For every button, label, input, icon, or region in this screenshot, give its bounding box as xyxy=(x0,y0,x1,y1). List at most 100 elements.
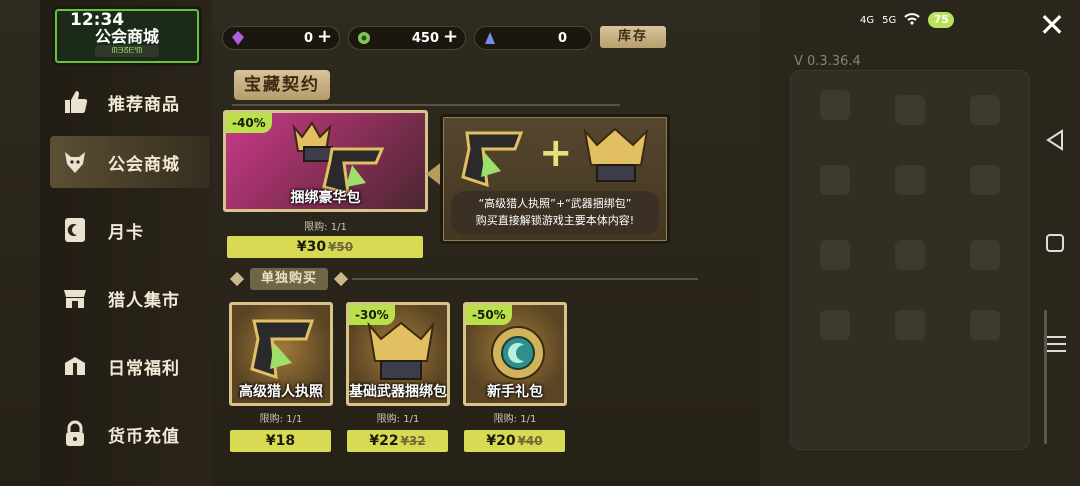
item-card-weapon-bundle[interactable]: -30% 基础武器捆绑包 xyxy=(346,302,450,406)
featured-price-button[interactable]: ¥30 ¥50 xyxy=(227,236,423,258)
background-icon xyxy=(820,165,850,195)
wolf-emblem-icon xyxy=(60,147,90,177)
section-title: 宝藏契约 xyxy=(234,70,330,100)
item-price-button[interactable]: ¥20 ¥40 xyxy=(464,430,565,452)
price-current: ¥20 xyxy=(486,433,516,449)
nav-home-icon[interactable] xyxy=(1044,232,1066,258)
scrollbar[interactable] xyxy=(1044,310,1047,444)
bundle-description: “高级猎人执照”+“武器捆绑包” 购买直接解锁游戏主要本体内容! xyxy=(451,191,659,235)
green-coin-icon xyxy=(358,32,370,44)
sidebar-item-monthly-card[interactable]: 月卡 xyxy=(50,204,210,256)
wifi-icon xyxy=(904,12,920,28)
title-subtitle: ᗰᗱᘔᗴᓫᗰ xyxy=(95,45,159,57)
price-current: ¥30 xyxy=(296,239,327,255)
sidebar-item-label: 猎人集市 xyxy=(108,290,180,311)
sidebar-item-hunter-market[interactable]: 猎人集市 xyxy=(50,272,210,324)
item-card-hunter-license[interactable]: 高级猎人执照 xyxy=(229,302,333,406)
battery-indicator: 75 xyxy=(928,12,955,28)
item-name: 基础武器捆绑包 xyxy=(349,384,447,400)
sidebar: 推荐商品 公会商城 月卡 猎人集市 日常福利 货币充值 xyxy=(40,0,212,486)
item-card-starter-pack[interactable]: -50% 新手礼包 xyxy=(463,302,567,406)
background-icon xyxy=(970,165,1000,195)
sidebar-item-label: 推荐商品 xyxy=(108,94,180,115)
weapon-bundle-icon xyxy=(583,127,649,182)
single-purchase-header: 单独购买 xyxy=(229,268,698,290)
item-name: 高级猎人执照 xyxy=(239,384,323,400)
inventory-button[interactable]: 库存 xyxy=(600,26,666,48)
description-line-2: 购买直接解锁游戏主要本体内容! xyxy=(475,214,635,227)
price-original: ¥50 xyxy=(328,240,354,254)
currency-value: 450 xyxy=(411,30,439,46)
sidebar-item-label: 日常福利 xyxy=(108,358,180,379)
card-icon xyxy=(60,215,90,245)
background-icon xyxy=(820,310,850,340)
currency-green-coin: 450 + xyxy=(348,26,466,50)
item-price-button[interactable]: ¥18 xyxy=(230,430,331,452)
sidebar-item-label: 货币充值 xyxy=(108,426,180,447)
purchase-limit: 限购: 1/1 xyxy=(376,414,420,425)
signal-5g: 5G xyxy=(882,14,897,26)
close-button[interactable]: ✕ xyxy=(1034,8,1070,44)
background-icon xyxy=(895,95,925,125)
single-purchase-label: 单独购买 xyxy=(250,268,328,290)
status-bar: 4G 5G 75 xyxy=(860,12,955,28)
signal-4g: 4G xyxy=(860,14,875,26)
item-price-button[interactable]: ¥22 ¥32 xyxy=(347,430,448,452)
status-time: 12:34 xyxy=(70,10,125,30)
bundle-name: 捆绑豪华包 xyxy=(290,190,361,206)
thumbs-up-icon xyxy=(60,87,90,117)
price-current: ¥18 xyxy=(265,433,296,449)
game-screen: V 0.3.36.4 推荐商品 公会商城 月卡 猎人集市 日常福利 货币充值 公… xyxy=(0,0,1080,486)
price-original: ¥32 xyxy=(400,434,426,448)
gift-box-icon xyxy=(60,351,90,381)
purchase-limit: 限购: 1/1 xyxy=(304,222,347,233)
background-icon xyxy=(970,240,1000,270)
version-label: V 0.3.36.4 xyxy=(794,54,861,69)
background-icon xyxy=(895,165,925,195)
background-icon xyxy=(820,240,850,270)
sidebar-item-guild-shop[interactable]: 公会商城 xyxy=(50,136,210,188)
currency-value: 0 xyxy=(557,30,567,46)
background-icon xyxy=(895,310,925,340)
bundle-items-icon xyxy=(292,121,385,195)
currency-blue-crystal: 0 xyxy=(474,26,592,50)
nav-back-icon[interactable] xyxy=(1044,128,1068,156)
section-divider xyxy=(352,278,698,280)
sidebar-item-label: 公会商城 xyxy=(108,154,180,175)
market-stall-icon xyxy=(60,283,90,313)
purchase-limit: 限购: 1/1 xyxy=(259,414,303,425)
plus-sign: + xyxy=(539,130,573,176)
diamond-ornament xyxy=(229,271,245,287)
section-divider xyxy=(232,104,620,106)
currency-value: 0 xyxy=(303,30,313,46)
background-icon xyxy=(820,90,850,120)
purple-gem-icon xyxy=(232,31,244,45)
sidebar-item-recommended[interactable]: 推荐商品 xyxy=(50,76,210,128)
blue-crystal-icon xyxy=(485,32,495,44)
discount-badge: -40% xyxy=(226,113,272,133)
sidebar-item-daily-benefits[interactable]: 日常福利 xyxy=(50,340,210,392)
currency-purple-gem: 0 + xyxy=(222,26,340,50)
item-name: 新手礼包 xyxy=(487,384,543,400)
diamond-ornament xyxy=(333,271,349,287)
nav-menu-icon[interactable] xyxy=(1044,334,1068,358)
background-icon xyxy=(970,95,1000,125)
hunter-license-icon xyxy=(461,131,524,188)
hunter-license-icon xyxy=(250,319,315,380)
background-panel xyxy=(760,0,1080,486)
lock-icon xyxy=(60,419,90,449)
background-icon xyxy=(970,310,1000,340)
weapon-bundle-icon xyxy=(367,321,435,380)
price-original: ¥40 xyxy=(517,434,543,448)
add-currency-button[interactable]: + xyxy=(317,28,333,46)
description-line-1: “高级猎人执照”+“武器捆绑包” xyxy=(478,197,632,210)
price-current: ¥22 xyxy=(369,433,399,449)
bundle-info-panel: + “高级猎人执照”+“武器捆绑包” 购买直接解锁游戏主要本体内容! xyxy=(440,114,670,244)
starter-gift-icon xyxy=(491,326,545,380)
featured-bundle-card[interactable]: -40% 捆绑豪华包 xyxy=(223,110,428,212)
sidebar-item-label: 月卡 xyxy=(108,222,144,243)
purchase-limit: 限购: 1/1 xyxy=(493,414,537,425)
sidebar-item-currency-recharge[interactable]: 货币充值 xyxy=(50,408,210,460)
background-icon xyxy=(895,240,925,270)
add-currency-button[interactable]: + xyxy=(443,28,459,46)
